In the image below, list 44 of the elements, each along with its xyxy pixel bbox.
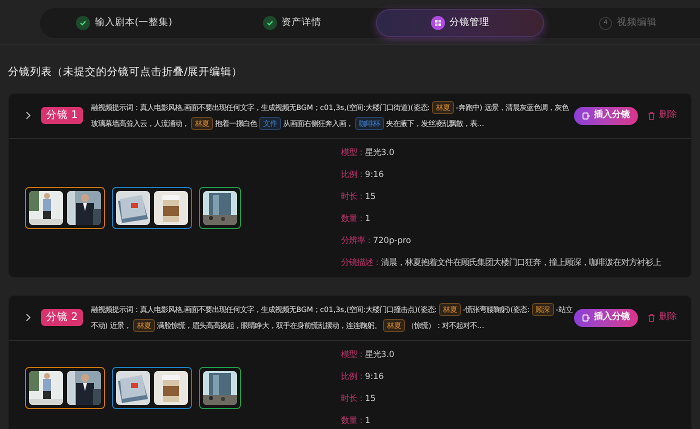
detail-label: 分镜描述：: [341, 256, 381, 270]
image-group[interactable]: [199, 366, 241, 409]
check-icon: [76, 16, 90, 30]
detail-label: 时长：: [341, 190, 365, 204]
delete-button[interactable]: 删除: [648, 311, 677, 324]
detail-value: 星光3.0: [365, 146, 394, 160]
image-group[interactable]: [112, 186, 192, 229]
detail-value: 星光3.0: [365, 348, 394, 362]
detail-value: 1: [365, 414, 370, 428]
check-icon: [262, 16, 276, 30]
insert-shot-button[interactable]: 插入分镜: [574, 106, 638, 125]
chevron-right-icon[interactable]: [25, 111, 32, 120]
delete-button[interactable]: 删除: [648, 109, 677, 122]
detail-label: 模型：: [341, 348, 365, 362]
trash-icon: [648, 112, 655, 120]
detail-label: 模型：: [341, 146, 365, 160]
detail-value: 9:16: [365, 370, 384, 384]
detail-value: 清晨，林夏抱着文件在顾氏集团大楼门口狂奔，撞上顾深，咖啡泼在对方衬衫上: [381, 256, 661, 270]
detail-label: 时长：: [341, 392, 365, 406]
image-group[interactable]: [25, 186, 105, 229]
image-group[interactable]: [112, 366, 192, 409]
detail-label: 数量：: [341, 414, 365, 428]
image-group[interactable]: [199, 186, 241, 229]
detail-value: 15: [365, 392, 376, 406]
chevron-right-icon[interactable]: [25, 313, 32, 322]
detail-value: 720p-pro: [373, 234, 412, 248]
detail-value: 15: [365, 190, 376, 204]
detail-value: 9:16: [365, 168, 384, 182]
image-group[interactable]: [25, 366, 105, 409]
detail-label: 分辨率：: [341, 234, 373, 248]
insert-icon: [582, 314, 590, 322]
step-tab[interactable]: 分镜管理: [376, 9, 544, 37]
step-tab[interactable]: 输入剧本(一整集): [40, 9, 208, 37]
list-title: 分镜列表（未提交的分镜可点击折叠/展开编辑）: [8, 65, 244, 80]
insert-icon: [582, 112, 590, 120]
detail-label: 比例：: [341, 168, 365, 182]
detail-label: 数量：: [341, 212, 365, 226]
shot-badge: 分镜 2: [40, 309, 83, 326]
step-tab[interactable]: 资产详情: [208, 9, 376, 37]
insert-shot-button[interactable]: 插入分镜: [574, 308, 638, 327]
detail-label: 比例：: [341, 370, 365, 384]
detail-value: 1: [365, 212, 370, 226]
shot-badge: 分镜 1: [40, 107, 83, 124]
trash-icon: [648, 314, 655, 322]
